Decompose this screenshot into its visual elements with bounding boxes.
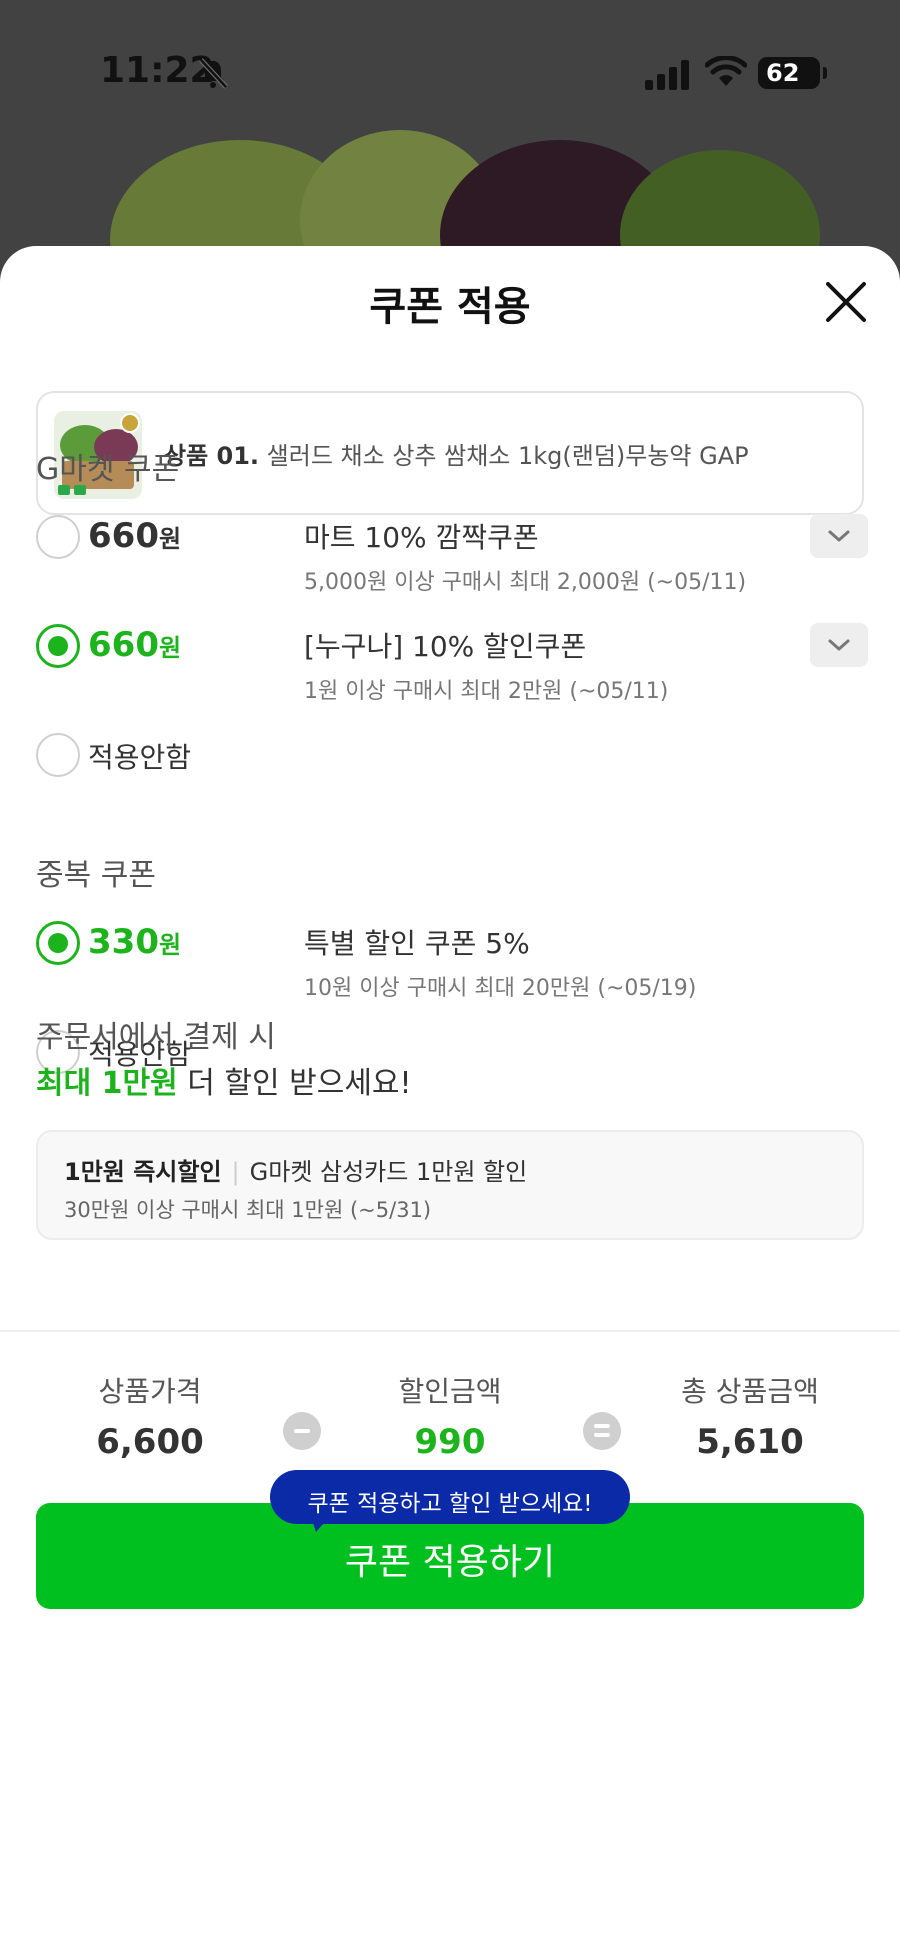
- summary-total-value: 5,610: [696, 1422, 804, 1462]
- summary-discount: 할인금액 990: [330, 1370, 570, 1462]
- coupon-amount-2: 660원: [88, 625, 182, 665]
- product-name: 상품 01. 샐러드 채소 상추 쌈채소 1kg(랜덤)무농약 GAP: [164, 436, 749, 471]
- summary-price-value: 6,600: [96, 1422, 204, 1462]
- promo-line-2-rest: 더 할인 받으세요!: [177, 1066, 412, 1101]
- apply-coupon-button-label: 쿠폰 적용하기: [344, 1542, 556, 1583]
- duplicate-coupon-desc-1: 10원 이상 구매시 최대 20만원 (~05/19): [304, 976, 697, 1001]
- coupon-title-2: [누구나] 10% 할인쿠폰: [304, 630, 587, 663]
- card-promo-banner[interactable]: 1만원 즉시할인 | G마켓 삼성카드 1만원 할인 30만원 이상 구매시 최대 …: [36, 1130, 864, 1240]
- sheet-title: 쿠폰 적용: [369, 284, 531, 330]
- promo-line-2: 최대 1만원 더 할인 받으세요!: [36, 1058, 412, 1102]
- summary-price: 상품가격 6,600: [30, 1370, 270, 1462]
- coupon-desc-1: 5,000원 이상 구매시 최대 2,000원 (~05/11): [304, 570, 747, 595]
- cellular-signal-icon: [645, 60, 689, 90]
- tooltip-text: 쿠폰 적용하고 할인 받으세요!: [307, 1491, 593, 1517]
- coupon-radio-2[interactable]: [36, 624, 80, 668]
- coupon-expand-button-1[interactable]: [810, 514, 868, 558]
- silent-bell-icon: [199, 58, 228, 89]
- summary-total: 총 상품금액 5,610: [630, 1370, 870, 1462]
- promo-highlight: 최대 1만원: [36, 1066, 178, 1101]
- card-promo-title: 1만원 즉시할인 | G마켓 삼성카드 1만원 할인: [64, 1152, 527, 1187]
- gmarket-no-coupon-radio[interactable]: [36, 733, 80, 777]
- summary-total-label: 총 상품금액: [681, 1375, 819, 1408]
- card-promo-badge: 1만원 즉시할인: [64, 1158, 222, 1186]
- coupon-sheet: 쿠폰 적용 상품 01. 샐러드 채소 상추 쌈채소 1kg(랜덤)무농약 GA…: [0, 246, 900, 1956]
- promo-line-1: 주문서에서 결제 시: [36, 1020, 276, 1055]
- summary-price-label: 상품가격: [98, 1375, 202, 1408]
- summary-discount-value: 990: [414, 1422, 486, 1462]
- duplicate-coupon-section-title: 중복 쿠폰: [36, 858, 156, 893]
- summary-divider: [0, 1330, 900, 1332]
- coupon-expand-button-2[interactable]: [810, 623, 868, 667]
- gmarket-no-coupon-label: 적용안함: [88, 741, 192, 774]
- chevron-down-icon: [828, 639, 850, 651]
- chevron-down-icon: [828, 530, 850, 542]
- product-title: 샐러드 채소 상추 쌈채소 1kg(랜덤)무농약 GAP: [266, 442, 749, 470]
- card-promo-name: G마켓 삼성카드 1만원 할인: [249, 1158, 528, 1186]
- gmarket-coupon-section-title: G마켓 쿠폰: [36, 452, 180, 487]
- card-promo-separator: |: [231, 1158, 240, 1186]
- coupon-title-1: 마트 10% 깜짝쿠폰: [304, 521, 539, 554]
- apply-coupon-tooltip: 쿠폰 적용하고 할인 받으세요!: [270, 1470, 630, 1532]
- close-icon[interactable]: [822, 278, 870, 326]
- coupon-amount-1: 660원: [88, 516, 182, 556]
- duplicate-coupon-radio-1[interactable]: [36, 921, 80, 965]
- status-bar: 11:22 62: [0, 0, 900, 140]
- duplicate-coupon-title-1: 특별 할인 쿠폰 5%: [304, 927, 530, 960]
- coupon-radio-1[interactable]: [36, 515, 80, 559]
- equals-icon: [583, 1412, 621, 1450]
- summary-discount-label: 할인금액: [398, 1375, 502, 1408]
- wifi-icon: [705, 56, 747, 86]
- duplicate-coupon-amount-1: 330원: [88, 922, 182, 962]
- minus-icon: [283, 1412, 321, 1450]
- battery-icon: 62: [758, 57, 827, 89]
- battery-level: 62: [766, 59, 800, 87]
- certification-seal-icon: [120, 413, 140, 433]
- coupon-desc-2: 1원 이상 구매시 최대 2만원 (~05/11): [304, 679, 669, 704]
- card-promo-desc: 30만원 이상 구매시 최대 1만원 (~5/31): [64, 1198, 432, 1222]
